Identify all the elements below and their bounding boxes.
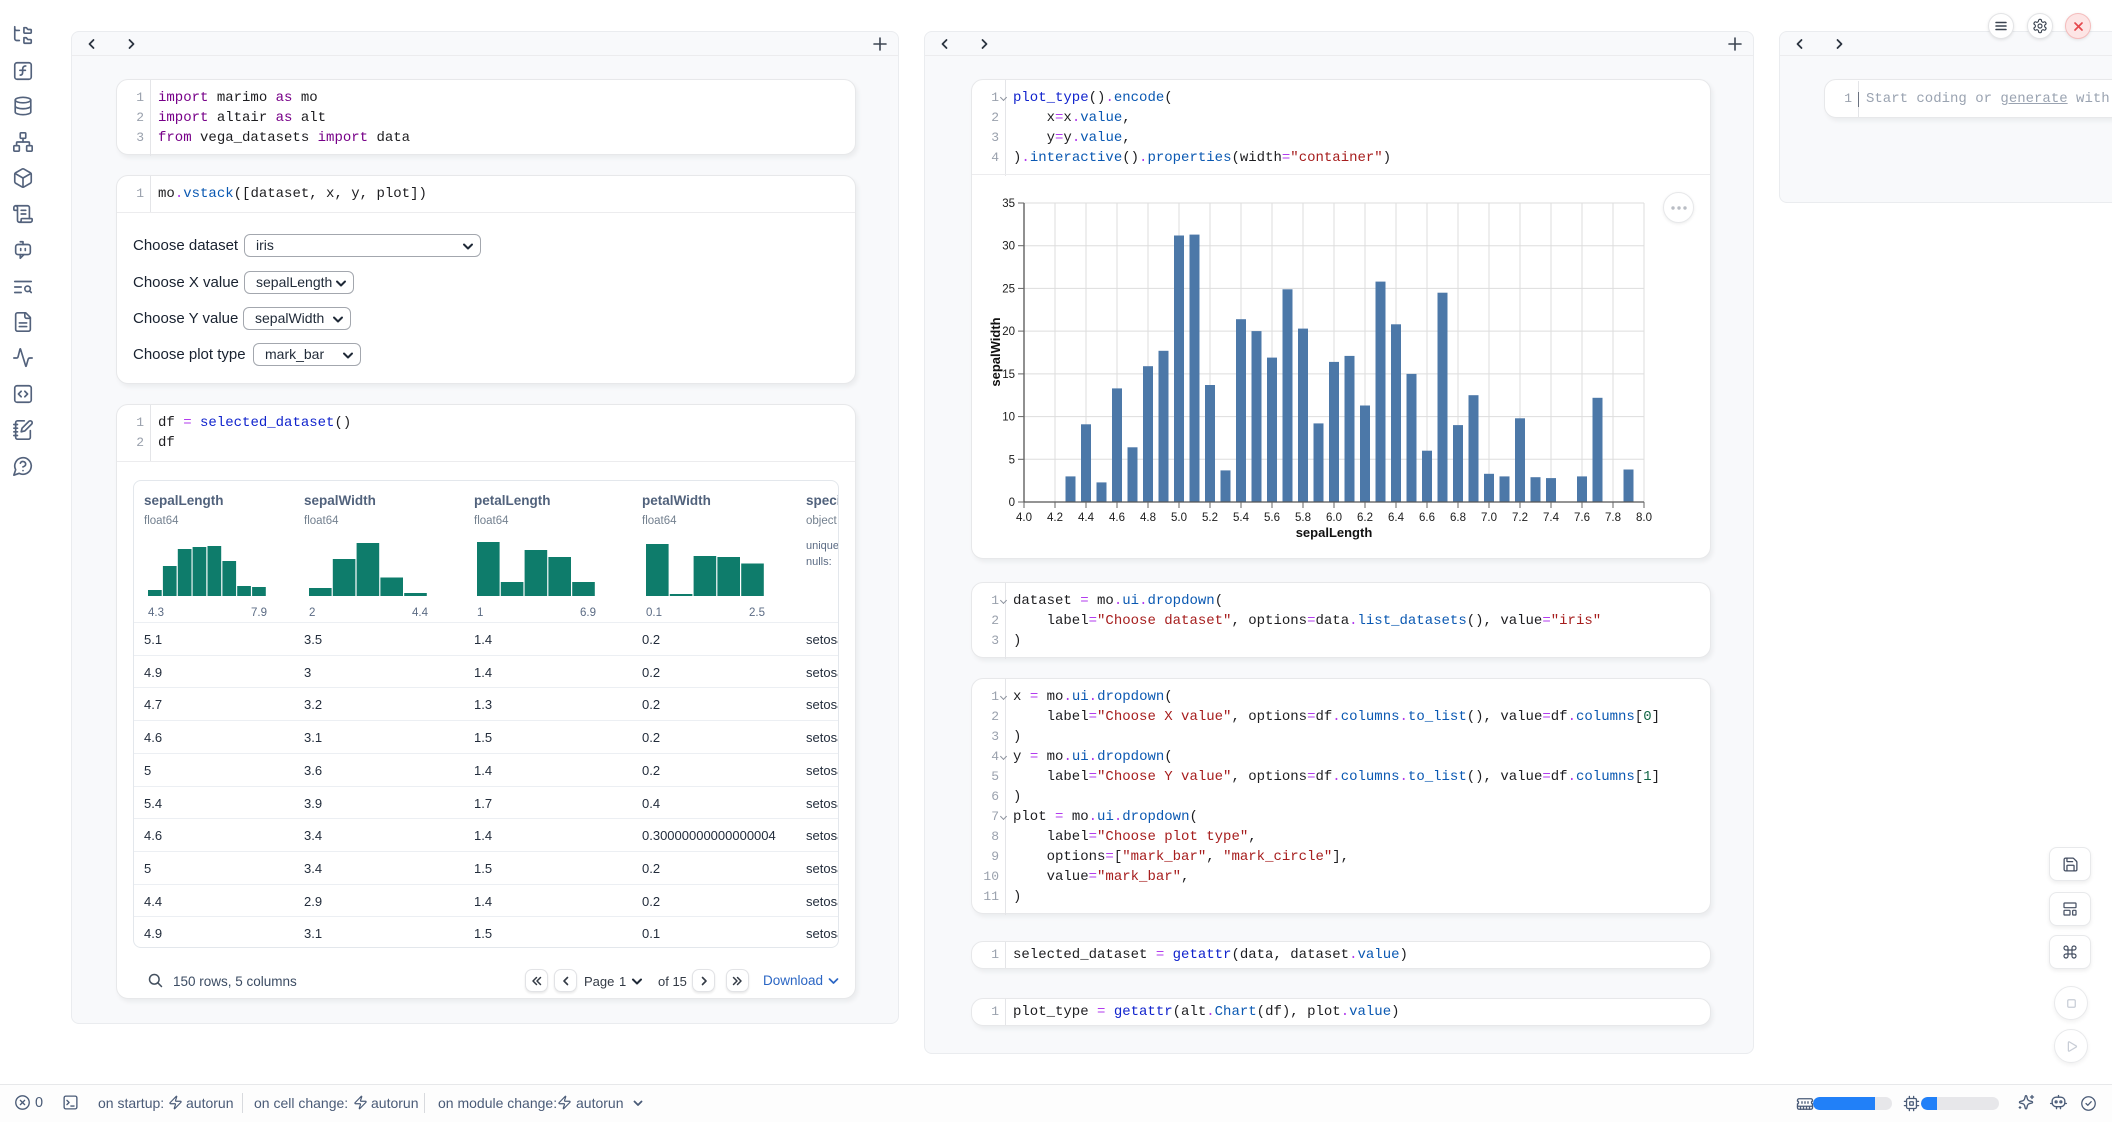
svg-text:5.6: 5.6 <box>1264 512 1280 524</box>
svg-text:15: 15 <box>1002 369 1015 381</box>
svg-text:6.6: 6.6 <box>1419 512 1435 524</box>
svg-text:6.2: 6.2 <box>1357 512 1373 524</box>
svg-text:sepalLength: sepalLength <box>1296 525 1373 540</box>
svg-text:4.2: 4.2 <box>1047 512 1063 524</box>
svg-text:sepalWidth: sepalWidth <box>988 317 1003 386</box>
svg-text:6.0: 6.0 <box>1326 512 1342 524</box>
svg-text:6.4: 6.4 <box>1388 512 1405 524</box>
svg-text:30: 30 <box>1002 241 1015 253</box>
svg-text:6.8: 6.8 <box>1450 512 1466 524</box>
svg-text:20: 20 <box>1002 326 1015 338</box>
svg-text:4.8: 4.8 <box>1140 512 1156 524</box>
svg-text:25: 25 <box>1002 283 1015 295</box>
svg-text:7.6: 7.6 <box>1574 512 1590 524</box>
svg-text:5.0: 5.0 <box>1171 512 1187 524</box>
svg-text:5.2: 5.2 <box>1202 512 1218 524</box>
svg-text:4.6: 4.6 <box>1109 512 1125 524</box>
svg-text:7.4: 7.4 <box>1543 512 1560 524</box>
svg-text:5: 5 <box>1009 454 1015 466</box>
svg-text:5.8: 5.8 <box>1295 512 1311 524</box>
svg-text:10: 10 <box>1002 412 1015 424</box>
svg-text:7.2: 7.2 <box>1512 512 1528 524</box>
svg-text:7.8: 7.8 <box>1605 512 1621 524</box>
svg-text:0: 0 <box>1009 497 1015 509</box>
svg-text:8.0: 8.0 <box>1636 512 1652 524</box>
svg-text:4.0: 4.0 <box>1016 512 1032 524</box>
svg-text:5.4: 5.4 <box>1233 512 1250 524</box>
svg-text:7.0: 7.0 <box>1481 512 1497 524</box>
svg-text:35: 35 <box>1002 198 1015 210</box>
svg-text:4.4: 4.4 <box>1078 512 1095 524</box>
